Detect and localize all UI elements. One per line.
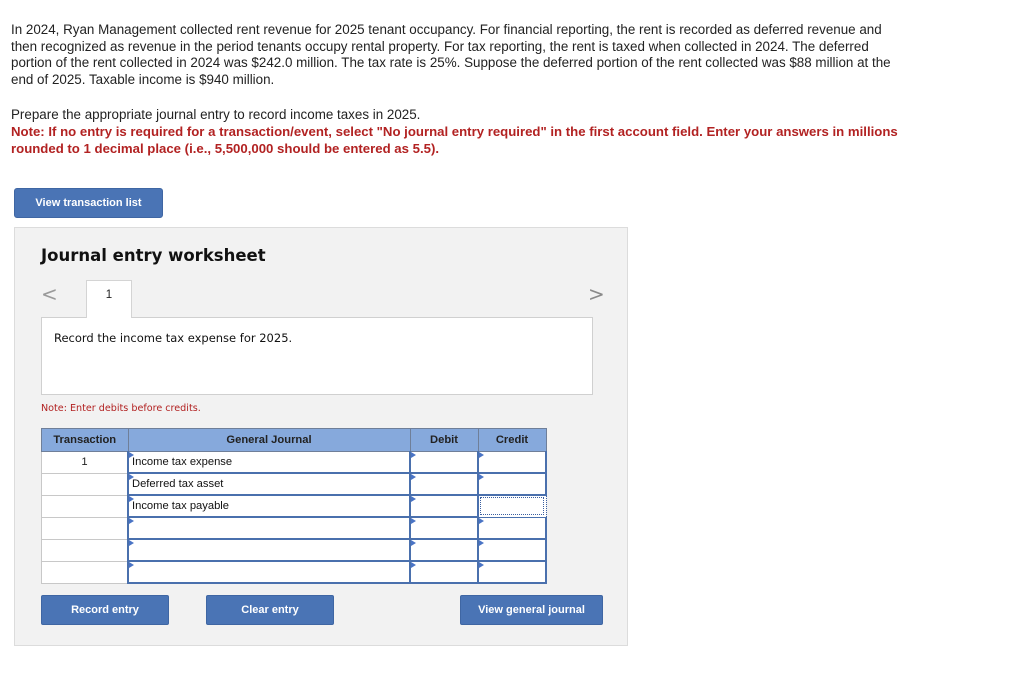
view-transaction-list-button[interactable]: View transaction list: [14, 188, 163, 218]
debit-input[interactable]: [409, 516, 479, 540]
chevron-left-icon[interactable]: <: [41, 282, 58, 306]
debit-input[interactable]: [409, 560, 479, 584]
debit-input[interactable]: [409, 451, 479, 474]
dropdown-flag-icon: [411, 496, 416, 502]
journal-table: Transaction General Journal Debit Credit…: [41, 428, 547, 584]
problem-text: In 2024, Ryan Management collected rent …: [11, 22, 891, 87]
journal-row: [41, 516, 547, 540]
dropdown-flag-icon: [479, 562, 484, 568]
account-select[interactable]: [127, 560, 411, 584]
chevron-right-icon[interactable]: >: [588, 282, 605, 306]
entry-description: Record the income tax expense for 2025.: [54, 331, 293, 345]
dropdown-flag-icon: [411, 562, 416, 568]
col-transaction: Transaction: [41, 428, 129, 452]
instruction-text: Prepare the appropriate journal entry to…: [11, 107, 421, 122]
clear-entry-button[interactable]: Clear entry: [206, 595, 334, 625]
credit-input[interactable]: [477, 451, 547, 474]
worksheet-title: Journal entry worksheet: [41, 246, 266, 265]
debit-input[interactable]: [409, 472, 479, 496]
transaction-cell: [41, 560, 129, 584]
account-select-value: Deferred tax asset: [132, 478, 224, 490]
debit-input[interactable]: [409, 494, 479, 518]
dropdown-flag-icon: [479, 452, 484, 458]
tab-entry-1[interactable]: 1: [86, 280, 132, 318]
debit-credit-note: Note: Enter debits before credits.: [41, 403, 201, 414]
journal-row: Income tax payable: [41, 494, 547, 518]
dropdown-flag-icon: [479, 517, 484, 524]
credit-input[interactable]: [477, 538, 547, 562]
col-debit: Debit: [409, 428, 479, 452]
account-select[interactable]: Deferred tax asset: [127, 472, 411, 496]
view-general-journal-button[interactable]: View general journal: [460, 595, 603, 625]
entry-description-box: Record the income tax expense for 2025.: [41, 317, 593, 395]
dropdown-flag-icon: [129, 452, 134, 458]
account-select-value: Income tax payable: [132, 500, 230, 512]
dropdown-flag-icon: [411, 474, 416, 480]
col-credit: Credit: [477, 428, 547, 452]
journal-header-row: Transaction General Journal Debit Credit: [41, 428, 547, 452]
dropdown-flag-icon: [129, 474, 134, 480]
dropdown-flag-icon: [411, 518, 416, 524]
journal-entry-worksheet: Journal entry worksheet < 1 > Record the…: [14, 227, 628, 646]
transaction-cell: [41, 538, 129, 562]
transaction-cell-value: 1: [81, 456, 88, 469]
col-general-journal: General Journal: [127, 428, 411, 452]
account-select-value: Income tax expense: [132, 456, 233, 468]
transaction-cell: [41, 472, 129, 496]
credit-input[interactable]: [477, 560, 547, 584]
journal-row: Deferred tax asset: [41, 472, 547, 496]
dropdown-flag-icon: [411, 452, 416, 458]
dropdown-flag-icon: [129, 518, 134, 524]
dropdown-flag-icon: [479, 540, 484, 546]
dropdown-flag-icon: [411, 540, 416, 546]
account-select[interactable]: Income tax payable: [127, 494, 411, 518]
account-select[interactable]: Income tax expense: [127, 451, 411, 474]
entry-note: Note: If no entry is required for a tran…: [11, 124, 898, 156]
dropdown-flag-icon: [129, 496, 134, 502]
journal-row: [41, 560, 547, 584]
transaction-cell: [41, 494, 129, 518]
transaction-cell: [41, 516, 129, 540]
dropdown-flag-icon: [479, 474, 484, 480]
dropdown-flag-icon: [129, 562, 134, 568]
credit-input[interactable]: [477, 516, 547, 540]
credit-input[interactable]: [477, 494, 547, 518]
transaction-cell: 1: [41, 451, 129, 474]
record-entry-button[interactable]: Record entry: [41, 595, 169, 625]
journal-row: 1 Income tax expense: [41, 451, 547, 474]
debit-input[interactable]: [409, 538, 479, 562]
account-select[interactable]: [127, 516, 411, 540]
credit-input[interactable]: [477, 472, 547, 496]
journal-row: [41, 538, 547, 562]
dropdown-flag-icon: [129, 540, 134, 546]
account-select[interactable]: [127, 538, 411, 562]
